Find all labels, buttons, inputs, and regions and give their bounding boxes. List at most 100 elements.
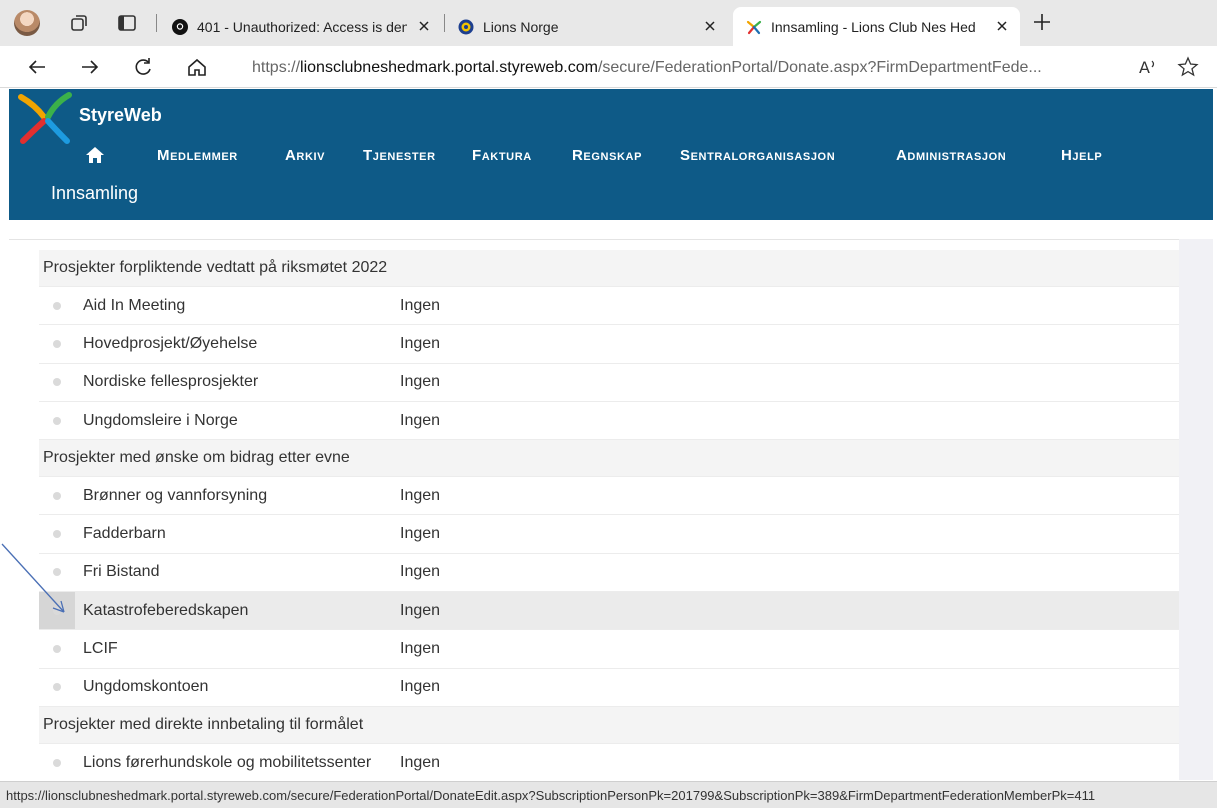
radio-dot[interactable] [53,416,61,425]
profile-avatar[interactable] [14,10,40,36]
nav-faktura[interactable]: Faktura [472,147,532,164]
content-divider [9,239,1213,240]
favorite-star-icon[interactable] [1177,56,1199,78]
home-icon[interactable] [186,56,208,78]
project-amount: Ingen [400,373,441,391]
radio-dot[interactable] [53,491,61,500]
radio-dot[interactable] [53,683,61,692]
project-name: Ungdomskontoen [83,678,209,696]
select-cell[interactable] [39,744,75,781]
project-amount: Ingen [400,296,441,314]
url-field[interactable]: https://lionsclubneshedmark.portal.styre… [252,57,1120,79]
forward-icon[interactable] [79,56,101,78]
page-content: Prosjekter forpliktende vedtatt på riksm… [9,220,1213,783]
styreweb-icon [746,20,762,34]
list-item[interactable]: Fri Bistand Ingen [39,553,1179,593]
list-item[interactable]: Hovedprosjekt/Øyehelse Ingen [39,325,1179,364]
refresh-icon[interactable] [132,56,154,78]
browser-window: 401 - Unauthorized: Access is den Lions … [0,0,1217,808]
read-aloud-icon[interactable]: A [1137,56,1159,78]
tab-title: 401 - Unauthorized: Access is den [197,18,407,35]
list-item[interactable]: Aid In Meeting Ingen [39,287,1179,326]
radio-dot[interactable] [53,645,61,654]
select-cell[interactable] [39,477,75,514]
group-header: Prosjekter med direkte innbetaling til f… [39,706,1179,744]
url-path: /secure/FederationPortal/Donate.aspx?Fir… [597,59,1042,76]
project-name: Nordiske fellesprosjekter [83,373,259,391]
workspaces-icon[interactable] [68,12,90,34]
list-item[interactable]: Ungdomsleire i Norge Ingen [39,401,1179,441]
list-item[interactable]: Nordiske fellesprosjekter Ingen [39,363,1179,402]
tab-title: Lions Norge [483,18,559,35]
list-item[interactable]: Fadderbarn Ingen [39,515,1179,554]
github-icon [172,18,188,35]
select-cell[interactable] [39,287,75,324]
nav-administrasjon[interactable]: Administrasjon [896,147,1006,164]
close-tab-icon[interactable] [702,18,718,34]
project-amount: Ingen [400,563,441,581]
close-tab-icon[interactable] [994,18,1010,34]
select-cell[interactable] [39,669,75,706]
select-cell[interactable] [39,630,75,667]
main-navigation: Medlemmer Arkiv Tjenester Faktura Regnsk… [9,145,1213,171]
tab-actions-icon[interactable] [116,12,138,34]
select-cell[interactable] [39,364,75,401]
radio-dot[interactable] [53,758,61,767]
status-bar-url: https://lionsclubneshedmark.portal.styre… [0,781,1217,808]
list-item[interactable]: Brønner og vannforsyning Ingen [39,477,1179,516]
project-amount: Ingen [400,525,441,543]
list-item[interactable]: LCIF Ingen [39,630,1179,669]
home-icon[interactable] [85,145,105,165]
project-amount: Ingen [400,334,441,352]
side-panel [1179,239,1213,780]
brand-name[interactable]: StyreWeb [79,105,162,126]
radio-dot[interactable] [53,378,61,387]
list-item[interactable]: Lions førerhundskole og mobilitetssenter… [39,743,1179,783]
nav-sentralorganisasjon[interactable]: Sentralorganisasjon [680,147,835,164]
app-header: StyreWeb Medlemmer Arkiv Tjenester Faktu… [9,89,1213,220]
list-item[interactable]: Ungdomskontoen Ingen [39,668,1179,707]
project-name: Hovedprosjekt/Øyehelse [83,334,258,352]
tab-strip: 401 - Unauthorized: Access is den Lions … [0,0,1217,46]
group-header: Prosjekter med ønske om bidrag etter evn… [39,440,1179,478]
url-prefix: https:// [252,59,301,76]
project-amount: Ingen [400,640,441,658]
back-icon[interactable] [26,56,48,78]
nav-hjelp[interactable]: Hjelp [1061,147,1102,164]
tab-unauthorized[interactable]: 401 - Unauthorized: Access is den [162,7,442,46]
project-amount: Ingen [400,601,441,619]
project-amount: Ingen [400,486,441,504]
svg-text:A: A [1139,58,1150,77]
tab-title: Innsamling - Lions Club Nes Hed [771,18,976,35]
lions-icon [458,19,474,34]
tab-separator [444,14,445,32]
nav-arkiv[interactable]: Arkiv [285,147,325,164]
url-host: lionsclubneshedmark.portal.styreweb.com [300,59,598,76]
project-amount: Ingen [400,411,441,429]
project-name: Ungdomsleire i Norge [83,411,238,429]
radio-dot[interactable] [53,530,61,539]
nav-medlemmer[interactable]: Medlemmer [157,147,238,164]
project-name: Katastrofeberedskapen [83,601,249,619]
new-tab-icon[interactable] [1031,11,1053,33]
select-cell[interactable] [39,325,75,362]
project-name: Aid In Meeting [83,296,186,314]
nav-tjenester[interactable]: Tjenester [363,147,436,164]
close-tab-icon[interactable] [416,18,432,34]
project-amount: Ingen [400,678,441,696]
project-name: Brønner og vannforsyning [83,486,268,504]
nav-regnskap[interactable]: Regnskap [572,147,642,164]
select-cell[interactable] [39,402,75,439]
project-name: Lions førerhundskole og mobilitetssenter [83,753,372,771]
list-item-highlighted[interactable]: Katastrofeberedskapen Ingen [39,592,1179,631]
tab-innsamling[interactable]: Innsamling - Lions Club Nes Hed [733,7,1020,46]
annotation-arrow [1,543,65,613]
radio-dot[interactable] [53,339,61,348]
project-amount: Ingen [400,753,441,771]
tab-separator [156,14,157,32]
radio-dot[interactable] [53,301,61,310]
nav-innsamling[interactable]: Innsamling [51,183,138,204]
project-list: Prosjekter forpliktende vedtatt på riksm… [39,250,1179,783]
styreweb-logo[interactable] [17,91,75,147]
tab-lions-norge[interactable]: Lions Norge [450,7,728,46]
